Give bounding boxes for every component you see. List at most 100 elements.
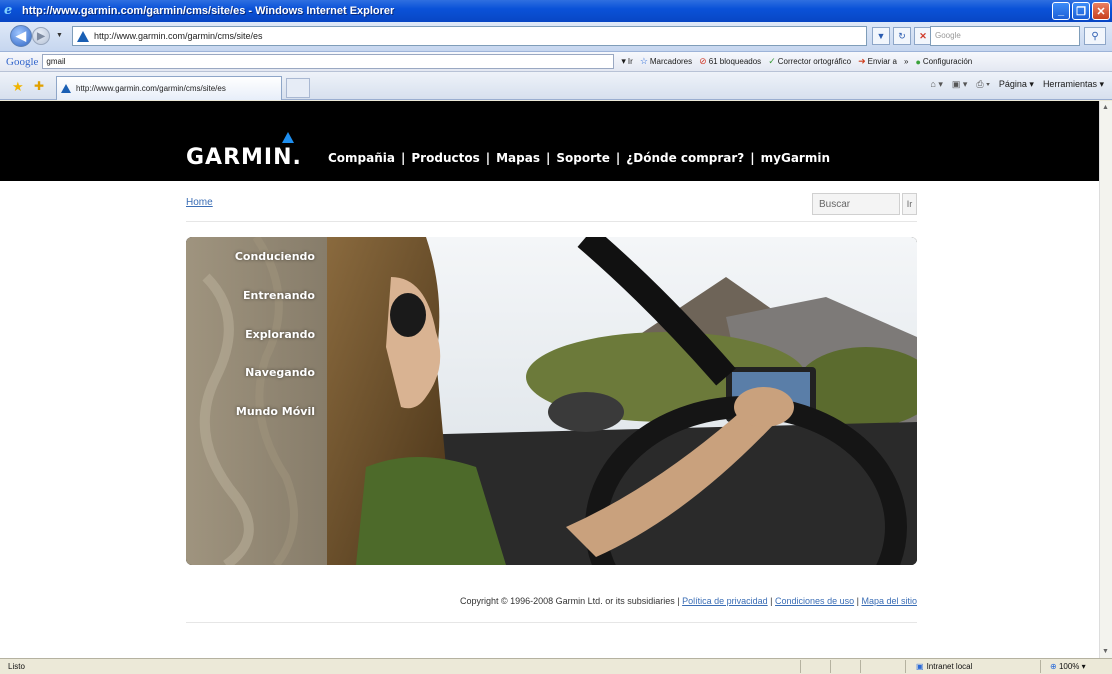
address-dropdown-icon[interactable]: ▼ [872, 27, 890, 45]
privacy-link[interactable]: Política de privacidad [682, 596, 768, 606]
spellcheck-icon: ✓ [768, 56, 776, 66]
security-zone[interactable]: ▣ Intranet local [916, 662, 972, 671]
garmin-favicon-icon [61, 84, 71, 93]
address-toolbar: ◀ ▶ ▼ http://www.garmin.com/garmin/cms/s… [0, 22, 1112, 52]
nav-productos[interactable]: Productos [411, 151, 479, 165]
status-pane [860, 660, 861, 673]
address-buttons: ▼ ↻ ✕ [872, 27, 932, 45]
hero-menu-entrenando[interactable]: Entrenando [243, 289, 315, 302]
window-title: http://www.garmin.com/garmin/cms/site/es… [22, 5, 395, 17]
nav-separator: | [485, 151, 491, 165]
status-pane [800, 660, 801, 673]
home-icon[interactable]: ⌂ ▾ [930, 79, 942, 90]
site-search-button[interactable]: Ir [902, 193, 917, 215]
hero-menu-mundo-movil[interactable]: Mundo Móvil [236, 405, 315, 418]
google-search-input[interactable]: gmail [42, 54, 615, 69]
send-icon: ➜ [858, 56, 866, 66]
main-nav: Compañia | Productos | Mapas | Soporte | ¿Dónde … [328, 151, 830, 165]
copyright-text: Copyright © 1996-2008 Garmin Ltd. or its… [459, 596, 675, 606]
garmin-triangle-icon [282, 132, 294, 143]
hero-menu-conduciendo[interactable]: Conduciendo [235, 250, 315, 263]
popup-blocker-button[interactable]: ⊘ 61 bloqueados [699, 56, 761, 67]
window-controls: _ ❐ ✕ [1052, 2, 1110, 20]
back-button[interactable]: ◀ [10, 25, 32, 47]
tab-label: http://www.garmin.com/garmin/cms/site/es [76, 84, 226, 93]
print-icon[interactable]: ⎙ ▾ [976, 79, 989, 90]
address-url: http://www.garmin.com/garmin/cms/site/es [94, 31, 263, 41]
tools-menu[interactable]: Herramientas ▾ [1043, 79, 1104, 90]
nav-separator: | [615, 151, 621, 165]
divider [186, 622, 917, 623]
tab-bar: ★ ✚ http://www.garmin.com/garmin/cms/sit… [0, 72, 1112, 100]
scroll-up-icon[interactable]: ▲ [1102, 104, 1109, 111]
nav-separator: | [750, 151, 755, 165]
address-field[interactable]: http://www.garmin.com/garmin/cms/site/es [72, 26, 867, 46]
nav-mygarmin[interactable]: myGarmin [761, 151, 830, 165]
send-to-button[interactable]: ➜ Enviar a [858, 56, 897, 67]
hero-menu-navegando[interactable]: Navegando [245, 366, 315, 379]
status-pane [905, 660, 906, 673]
settings-icon: ● [915, 56, 921, 67]
settings-button[interactable]: ● Configuración [915, 57, 972, 67]
google-go-button[interactable]: ▾ Ir [621, 56, 632, 67]
nav-donde-comprar[interactable]: ¿Dónde comprar? [626, 151, 744, 165]
tab-garmin[interactable]: http://www.garmin.com/garmin/cms/site/es [56, 76, 282, 100]
status-text: Listo [8, 662, 25, 671]
title-bar: e http://www.garmin.com/garmin/cms/site/… [0, 0, 1112, 22]
footer-separator: | [677, 596, 680, 606]
garmin-favicon-icon [77, 30, 89, 42]
chevron-down-icon: ▾ [1081, 662, 1086, 671]
hero-menu: Conduciendo Entrenando Explorando Navega… [186, 237, 327, 565]
history-dropdown-icon[interactable]: ▼ [56, 32, 63, 39]
google-toolbar: Google gmail ▾ Ir ☆ Marcadores ⊘ 61 bloquea… [0, 52, 1112, 72]
vertical-scrollbar[interactable]: ▲ ▼ [1099, 101, 1112, 658]
spellcheck-button[interactable]: ✓ Corrector ortográfico [768, 56, 851, 67]
nav-soporte[interactable]: Soporte [556, 151, 610, 165]
scroll-down-icon[interactable]: ▼ [1102, 648, 1109, 655]
status-pane [1040, 660, 1041, 673]
google-logo: Google [6, 55, 39, 68]
bookmarks-button[interactable]: ☆ Marcadores [640, 56, 692, 67]
feeds-icon[interactable]: ▣ ▾ [952, 79, 968, 90]
footer-separator: | [770, 596, 773, 606]
nav-separator: | [401, 151, 406, 165]
search-icon[interactable]: ⚲ [1084, 27, 1106, 45]
breadcrumb-home[interactable]: Home [186, 197, 213, 208]
sitemap-link[interactable]: Mapa del sitio [861, 596, 917, 606]
google-search-value: gmail [46, 57, 66, 66]
search-input[interactable]: Google [930, 26, 1080, 46]
zoom-control[interactable]: ⊕ 100% ▾ [1050, 662, 1086, 671]
chevron-down-icon: ▾ [621, 56, 626, 66]
zone-label: Intranet local [926, 662, 973, 671]
close-button[interactable]: ✕ [1092, 2, 1110, 20]
blocker-icon: ⊘ [699, 56, 707, 66]
page-menu[interactable]: Página ▾ [999, 79, 1034, 90]
internet-explorer-icon: e [4, 3, 13, 18]
nav-mapas[interactable]: Mapas [496, 151, 540, 165]
page-content: GARMIN. Compañia | Productos | Mapas | Soporte… [0, 101, 1099, 658]
nav-separator: | [545, 151, 551, 165]
new-tab-button[interactable] [286, 78, 310, 98]
favorites-star-icon[interactable]: ★ [12, 79, 24, 95]
refresh-icon[interactable]: ↻ [893, 27, 911, 45]
divider [186, 221, 917, 222]
nav-compania[interactable]: Compañia [328, 151, 395, 165]
minimize-button[interactable]: _ [1052, 2, 1070, 20]
garmin-logo[interactable]: GARMIN. [186, 145, 302, 170]
terms-link[interactable]: Condiciones de uso [775, 596, 854, 606]
forward-button[interactable]: ▶ [32, 27, 50, 45]
site-header: GARMIN. Compañia | Productos | Mapas | Soporte… [0, 101, 1099, 181]
intranet-icon: ▣ [916, 662, 924, 671]
zoom-icon: ⊕ [1050, 662, 1057, 671]
hero-menu-explorando[interactable]: Explorando [245, 328, 315, 341]
footer: Copyright © 1996-2008 Garmin Ltd. or its… [186, 596, 917, 606]
zoom-level: 100% [1058, 662, 1080, 671]
more-button[interactable]: » [904, 57, 908, 66]
star-icon: ☆ [639, 56, 648, 66]
site-search-input[interactable]: Buscar [812, 193, 900, 215]
add-favorites-icon[interactable]: ✚ [34, 79, 44, 93]
hero-banner[interactable]: Conduciendo Entrenando Explorando Navega… [186, 237, 917, 565]
maximize-button[interactable]: ❐ [1072, 2, 1090, 20]
command-bar: ⌂ ▾ ▣ ▾ ⎙ ▾ Página ▾ Herramientas ▾ [930, 79, 1104, 90]
footer-separator: | [856, 596, 859, 606]
